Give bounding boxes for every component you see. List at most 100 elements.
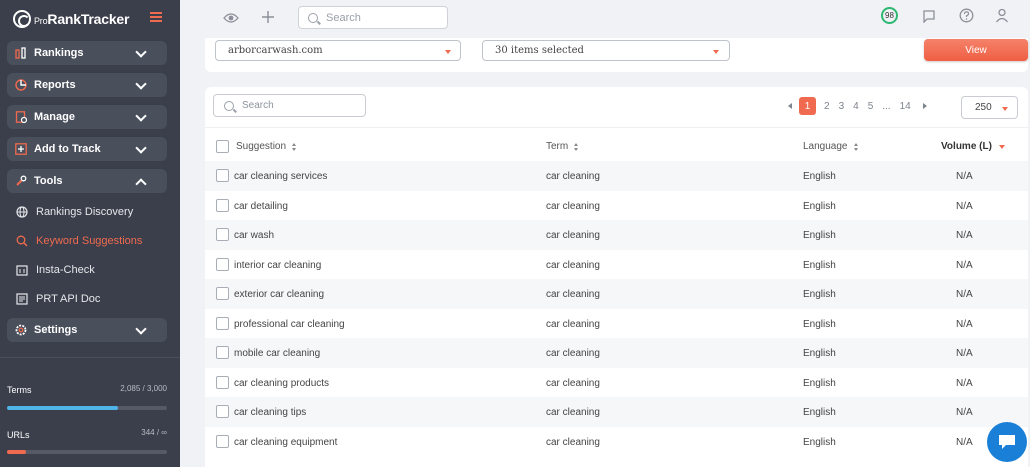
page-link[interactable]: 4 [853,101,859,112]
sidebar-item-label: Settings [34,324,78,336]
terms-usage-label: Terms [7,385,32,395]
table-row[interactable]: car cleaning services car cleaning English… [205,161,1028,191]
user-icon[interactable] [995,8,1009,28]
row-checkbox[interactable] [216,405,229,418]
cell-volume: N/A [956,259,973,271]
sidebar-item-settings[interactable]: Settings [7,318,167,342]
table-row[interactable]: mobile car cleaning car cleaning English N/… [205,338,1028,368]
sidebar-item-manage[interactable]: Manage [7,105,167,129]
row-checkbox[interactable] [216,228,229,241]
cell-language: English [803,171,836,182]
domain-select-value: arborcarwash.com [228,45,323,56]
page-link[interactable]: 5 [868,101,874,112]
row-checkbox[interactable] [216,375,229,389]
prev-page-icon[interactable] [788,103,792,109]
column-header-volume[interactable]: Volume (L) [941,141,1005,152]
cell-suggestion: car cleaning tips [234,407,307,418]
eye-icon[interactable] [223,11,239,29]
sidebar-subitem-label: PRT API Doc [36,293,101,305]
column-header-language[interactable]: Language [803,141,859,152]
sidebar-subitem-insta-check[interactable]: Insta-Check [16,263,95,277]
cell-language: English [803,230,836,241]
table-row[interactable]: car cleaning equipment car cleaning Englis… [205,427,1028,457]
row-checkbox[interactable] [216,287,229,300]
next-page-icon[interactable] [922,103,927,109]
cell-suggestion: car cleaning equipment [234,436,338,448]
column-header-term[interactable]: Term [546,141,579,152]
sidebar-item-rankings[interactable]: Rankings [7,41,167,65]
top-search-input[interactable]: Search [298,6,448,29]
table-row[interactable]: car detailing car cleaning English N/A [205,191,1028,221]
cell-language: English [803,259,836,271]
view-button[interactable]: View [924,39,1028,61]
sidebar-subitem-keyword-suggestions[interactable]: Keyword Suggestions [16,234,142,248]
logo-prefix: Pro [34,16,48,26]
add-icon[interactable] [261,10,275,29]
cell-term: car cleaning [546,348,600,359]
sidebar-subitem-prt-api-doc[interactable]: PRT API Doc [16,292,100,306]
add-square-icon [15,143,27,155]
row-checkbox[interactable] [216,257,229,271]
items-select[interactable]: 30 items selected [482,40,730,61]
table-row[interactable]: car cleaning products car cleaning English… [205,368,1028,398]
caret-down-icon [1002,107,1008,111]
comment-icon[interactable] [922,9,936,28]
page-link[interactable]: 2 [824,101,830,112]
top-search-placeholder: Search [326,11,361,24]
logo-text: RankTracker [47,11,130,27]
cell-term: car cleaning [546,436,600,448]
chat-widget-button[interactable] [987,422,1027,462]
select-all-checkbox[interactable] [216,140,229,153]
sidebar-item-reports[interactable]: Reports [7,73,167,97]
hamburger-menu-icon[interactable] [150,12,162,22]
cell-volume: N/A [956,230,973,241]
table-row[interactable]: car cleaning tips car cleaning English N/A [205,397,1028,427]
per-page-select[interactable]: 250 [961,96,1018,119]
table-row[interactable]: car wash car cleaning English N/A [205,220,1028,250]
app-logo[interactable]: ProRankTracker [13,9,129,29]
page-link-last[interactable]: 14 [900,101,911,112]
table-row[interactable]: interior car cleaning car cleaning English… [205,250,1028,280]
table-row[interactable]: professional car cleaning car cleaning Eng… [205,309,1028,339]
globe-icon [16,206,28,218]
table-row[interactable]: exterior car cleaning car cleaning English… [205,279,1028,309]
pagination: 1 2 3 4 5 ... 14 [788,97,936,115]
cell-term: car cleaning [546,407,600,418]
table-search-input[interactable]: Search [213,94,366,117]
row-checkbox[interactable] [216,346,229,359]
sidebar-subitem-rankings-discovery[interactable]: Rankings Discovery [16,205,133,219]
chat-icon [999,435,1015,449]
cell-term: car cleaning [546,230,600,241]
sidebar-item-tools[interactable]: Tools [7,169,167,193]
gear-icon [15,324,27,336]
cell-volume: N/A [956,377,973,389]
cell-suggestion: professional car cleaning [234,318,345,330]
cell-term: car cleaning [546,171,600,182]
sidebar-item-label: Rankings [34,47,84,59]
cell-term: car cleaning [546,377,600,389]
cell-volume: N/A [956,436,973,448]
cell-language: English [803,407,836,418]
page-link[interactable]: 3 [839,101,845,112]
domain-select[interactable]: arborcarwash.com [215,40,461,61]
row-checkbox[interactable] [216,169,229,182]
cell-suggestion: car wash [234,230,275,241]
chevron-down-icon [135,46,147,58]
cell-language: English [803,200,836,212]
help-icon[interactable] [959,8,974,28]
urls-usage-fill [7,450,27,454]
row-checkbox[interactable] [216,316,229,330]
sidebar-item-label: Reports [34,79,76,91]
sidebar-item-add-to-track[interactable]: Add to Track [7,137,167,161]
top-bar: Search 98 [205,0,1028,38]
page-current[interactable]: 1 [799,97,816,115]
health-score-badge[interactable]: 98 [881,7,898,24]
terms-usage-fill [7,406,119,410]
column-header-suggestion[interactable]: Suggestion [236,141,297,152]
row-checkbox[interactable] [216,198,229,212]
cell-suggestion: mobile car cleaning [234,348,321,359]
sidebar-subitem-label: Keyword Suggestions [36,235,143,247]
bar-chart-icon [15,47,27,59]
filter-panel: arborcarwash.com 30 items selected View [205,38,1028,72]
row-checkbox[interactable] [216,434,229,448]
